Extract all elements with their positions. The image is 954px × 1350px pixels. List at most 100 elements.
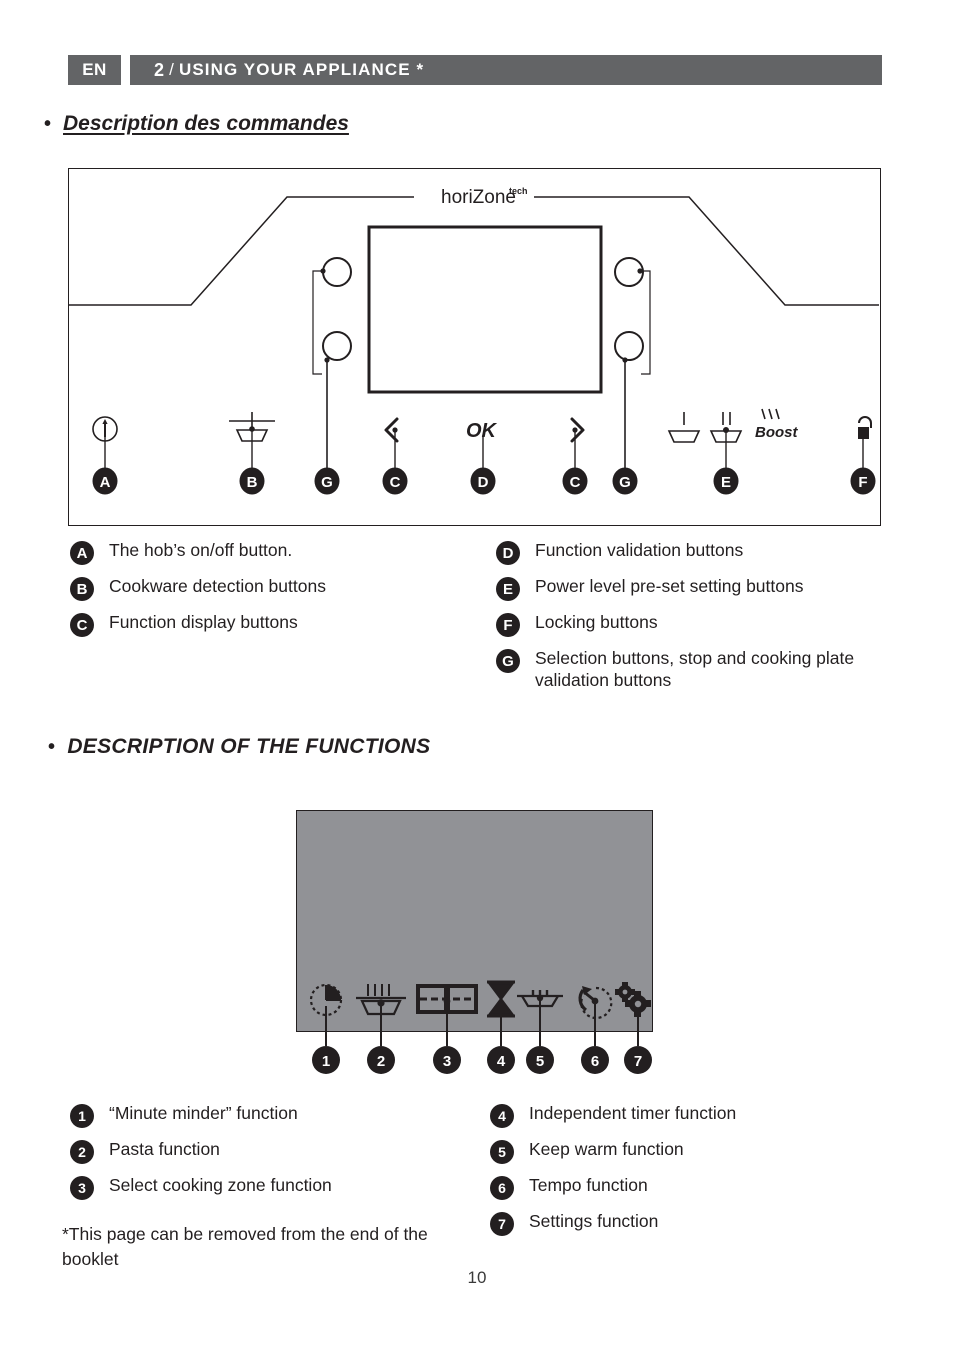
callout-badge: 4: [487, 1046, 515, 1074]
legend-item-1: 1 “Minute minder” function: [70, 1103, 332, 1128]
leader-dot: [637, 268, 643, 274]
section-heading-commands-text: Description des commandes: [63, 112, 349, 135]
callout-badge: 3: [433, 1046, 461, 1074]
svg-text:C: C: [390, 474, 401, 491]
arrow-left-icon[interactable]: [384, 417, 399, 443]
legend-label-3: Select cooking zone function: [109, 1175, 332, 1195]
svg-text:4: 4: [497, 1053, 506, 1070]
control-panel-drawing: horiZone tech OK Boost A B G C D C G E F: [69, 186, 879, 495]
svg-text:D: D: [478, 474, 489, 491]
callout-badge: C: [562, 467, 588, 495]
legend-item-5: 5 Keep warm function: [490, 1139, 736, 1164]
power-level-low-icon[interactable]: [667, 412, 701, 443]
legend-badge-2: 2: [70, 1140, 94, 1164]
legend-label-f: Locking buttons: [535, 612, 658, 632]
leader-dot: [320, 268, 326, 274]
legend-label-a: The hob’s on/off button.: [109, 540, 293, 560]
legend-badge-3: 3: [70, 1176, 94, 1200]
callout-badge: G: [314, 467, 340, 495]
chapter-number: 2: [154, 59, 166, 80]
selection-circle-right-bottom[interactable]: [614, 331, 644, 361]
callout-badge: 1: [312, 1046, 340, 1074]
ok-validation-icon[interactable]: OK: [466, 420, 498, 442]
functions-legend-left: 1 “Minute minder” function 2 Pasta funct…: [70, 1103, 332, 1211]
legend-label-d: Function validation buttons: [535, 540, 744, 560]
legend-label-c: Function display buttons: [109, 612, 298, 632]
legend-badge-6: 6: [490, 1176, 514, 1200]
legend-item-3: 3 Select cooking zone function: [70, 1175, 332, 1200]
arrow-right-icon[interactable]: [570, 417, 585, 443]
legend-item-6: 6 Tempo function: [490, 1175, 736, 1200]
chapter-header-bar: EN 2 / USING YOUR APPLIANCE *: [68, 55, 882, 85]
legend-badge-d: D: [496, 541, 520, 565]
callout-badge: A: [92, 467, 118, 495]
legend-item-d: D Function validation buttons: [496, 540, 865, 565]
lock-padlock-icon[interactable]: [858, 416, 872, 439]
callout-badge: B: [239, 467, 265, 495]
svg-text:C: C: [570, 474, 581, 491]
section-heading-commands: • Description des commandes: [44, 112, 349, 136]
legend-label-g: Selection buttons, stop and cooking plat…: [535, 648, 855, 690]
svg-text:F: F: [858, 474, 867, 491]
callout-badge: F: [850, 467, 876, 495]
svg-text:1: 1: [322, 1053, 330, 1070]
legend-item-b: B Cookware detection buttons: [70, 576, 326, 601]
panel-legend-right: D Function validation buttons E Power le…: [496, 540, 865, 703]
legend-item-f: F Locking buttons: [496, 612, 865, 637]
legend-item-4: 4 Independent timer function: [490, 1103, 736, 1128]
selection-circle-left-top[interactable]: [322, 257, 352, 287]
legend-badge-4: 4: [490, 1104, 514, 1128]
legend-badge-5: 5: [490, 1140, 514, 1164]
display-screen: [367, 225, 603, 394]
footnote: *This page can be removed from the end o…: [62, 1224, 428, 1269]
functions-legend-right: 4 Independent timer function 5 Keep warm…: [490, 1103, 736, 1247]
legend-badge-g: G: [496, 649, 520, 673]
legend-label-e: Power level pre-set setting buttons: [535, 576, 804, 596]
svg-text:6: 6: [591, 1053, 599, 1070]
svg-text:B: B: [247, 474, 258, 491]
chapter-title-text: USING YOUR APPLIANCE *: [178, 60, 425, 79]
legend-item-2: 2 Pasta function: [70, 1139, 332, 1164]
callout-badge: 2: [367, 1046, 395, 1074]
settings-gears-icon[interactable]: [615, 982, 651, 1017]
legend-badge-b: B: [70, 577, 94, 601]
svg-text:2: 2: [377, 1053, 385, 1070]
boost-icon[interactable]: Boost: [755, 408, 799, 441]
chapter-separator: /: [169, 60, 175, 79]
svg-text:A: A: [100, 474, 111, 491]
callout-badge: 7: [624, 1046, 652, 1074]
legend-label-b: Cookware detection buttons: [109, 576, 326, 596]
legend-badge-a: A: [70, 541, 94, 565]
callout-badge: 5: [526, 1046, 554, 1074]
language-badge: EN: [68, 55, 121, 85]
callout-badge: G: [612, 467, 638, 495]
legend-label-2: Pasta function: [109, 1139, 220, 1159]
section-heading-functions: • DESCRIPTION OF THE FUNCTIONS: [48, 735, 430, 759]
legend-label-6: Tempo function: [529, 1175, 648, 1195]
bullet-icon: •: [44, 113, 52, 135]
legend-badge-f: F: [496, 613, 520, 637]
boost-label: Boost: [755, 424, 799, 441]
selection-circle-left-bottom[interactable]: [322, 331, 352, 361]
legend-item-7: 7 Settings function: [490, 1211, 736, 1236]
section-heading-functions-text: DESCRIPTION OF THE FUNCTIONS: [67, 735, 431, 758]
legend-item-a: A The hob’s on/off button.: [70, 540, 326, 565]
panel-legend-left: A The hob’s on/off button. B Cookware de…: [70, 540, 326, 648]
legend-label-5: Keep warm function: [529, 1139, 684, 1159]
chapter-title: 2 / USING YOUR APPLIANCE *: [130, 55, 882, 85]
legend-label-1: “Minute minder” function: [109, 1103, 298, 1123]
svg-text:G: G: [321, 474, 333, 491]
page-number: 10: [467, 1268, 487, 1287]
svg-text:7: 7: [634, 1053, 642, 1070]
brand-superscript: tech: [509, 186, 528, 196]
functions-icon-row-drawing: 1 2 3 4 5 6 7: [309, 980, 652, 1074]
svg-text:3: 3: [443, 1053, 451, 1070]
bullet-icon: •: [48, 736, 56, 758]
callout-badge: 6: [581, 1046, 609, 1074]
legend-badge-e: E: [496, 577, 520, 601]
svg-text:5: 5: [536, 1053, 544, 1070]
legend-label-7: Settings function: [529, 1211, 659, 1231]
legend-label-4: Independent timer function: [529, 1103, 737, 1123]
brand-label: horiZone: [441, 187, 516, 208]
legend-item-c: C Function display buttons: [70, 612, 326, 637]
